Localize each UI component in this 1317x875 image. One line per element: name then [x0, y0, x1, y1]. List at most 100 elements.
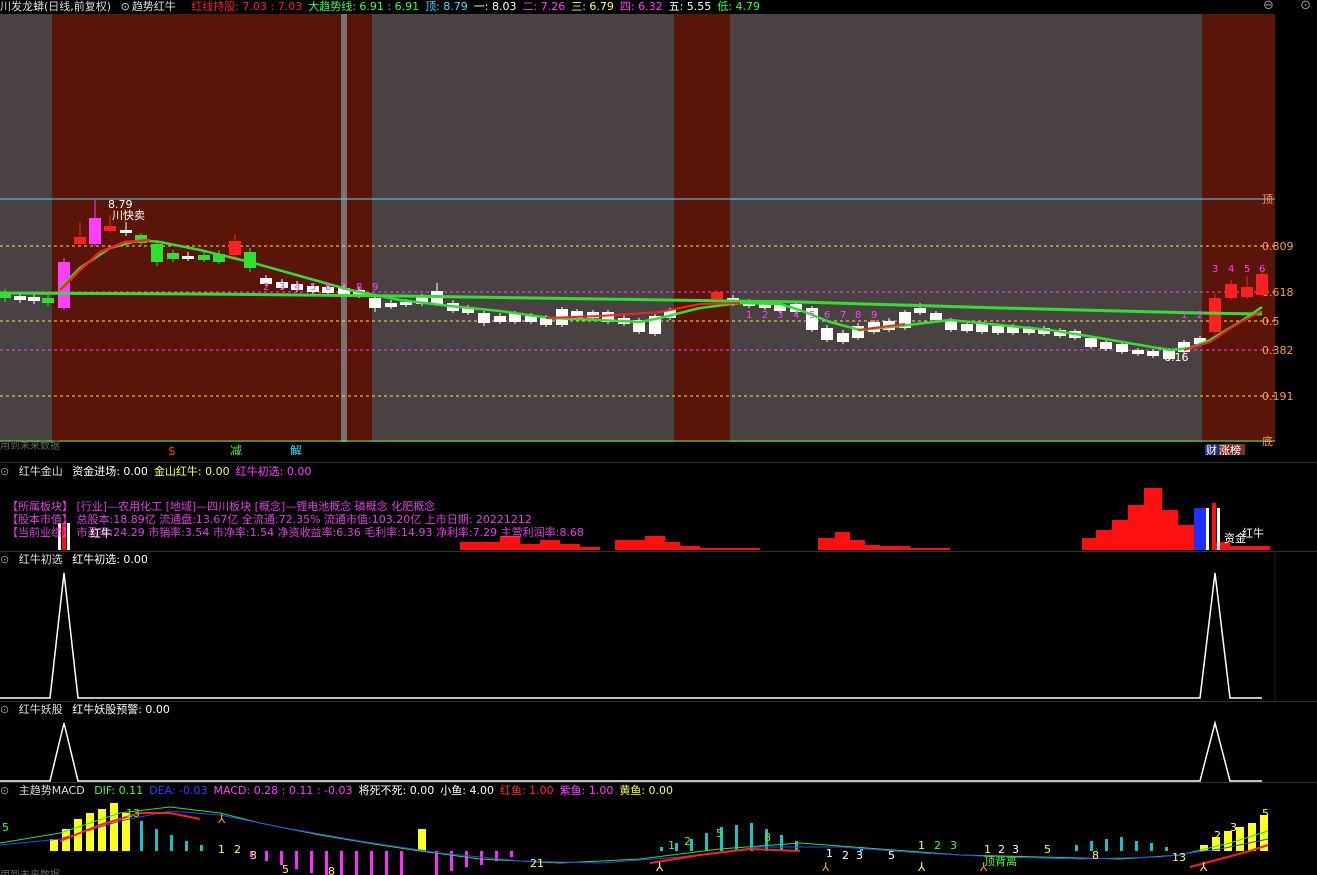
- pane-divider[interactable]: [0, 462, 1317, 463]
- main-value-5: 三: 6.79: [571, 0, 614, 13]
- indicator-name: 趋势红牛: [131, 0, 176, 13]
- capital-bar: [680, 546, 700, 550]
- limit-up-tag: 涨榜: [1219, 443, 1241, 455]
- main-value-6: 四: 6.32: [619, 0, 663, 13]
- candlestick: [104, 226, 116, 231]
- hongniu-left-tag: 红牛: [90, 527, 112, 540]
- main-value-7: 五: 5.55: [668, 0, 712, 13]
- candlestick: [478, 313, 490, 323]
- finance-tag: 财: [1206, 443, 1217, 455]
- macd-magenta-bar: [400, 851, 403, 875]
- macd-count-number: 1: [826, 847, 833, 860]
- candlestick: [42, 298, 54, 303]
- candlestick: [74, 237, 86, 244]
- minimize-circle-icon[interactable]: ⊖: [1263, 0, 1274, 13]
- macd-magenta-bar: [370, 851, 373, 875]
- pane-divider[interactable]: [0, 782, 1317, 783]
- fib-level-label: 0.809: [1262, 240, 1294, 253]
- info-line-sector: 【所属板块】 [行业]—农用化工 [地域]—四川板块 [概念]—锂电池概念 磷概…: [7, 500, 436, 513]
- count-number: 1: [1181, 310, 1187, 321]
- capital-bar: [560, 544, 580, 550]
- pane-divider[interactable]: [0, 701, 1317, 702]
- count-number: 6: [1259, 264, 1265, 275]
- main-chart-header: 川发龙蟒(日线,前复权) ⊙ 趋势红牛 红线持股: 7.03 : 7.03 大趋势线…: [0, 0, 772, 14]
- macd-pane[interactable]: 5 13 1 2 3 5 8 21 1 2 5 8 1 2 3 5 1 2 3 1 2 3 5 8 13 2 3 5 ⅄ ⅄ ⅄ ⅄ ⅄ ⅄ ⊙ …: [0, 783, 1317, 875]
- capital-bar: [580, 547, 600, 550]
- capital-bar: [665, 542, 680, 550]
- macd-cyan-bar: [735, 825, 738, 851]
- indicator-selector[interactable]: ⊙ 趋势红牛: [121, 0, 182, 13]
- count-number: 5: [809, 310, 815, 321]
- count-number: 3: [279, 282, 285, 293]
- price-axis: [1275, 14, 1317, 455]
- pane5-value-6: 紫鱼: 1.00: [559, 784, 614, 797]
- count-number: 2: [1197, 310, 1203, 321]
- count-number: 4: [793, 310, 799, 321]
- hongniu-chuxuan-pane[interactable]: ⊙ 红牛初选 红牛初选: 0.00: [0, 551, 1317, 701]
- pane5-value-5: 红鱼: 1.00: [499, 784, 554, 797]
- fib-level-label: 0.382: [1262, 344, 1294, 357]
- fish-signal-icon: ⅄: [917, 860, 926, 874]
- main-indicator-values: 红线持股: 7.03 : 7.03 大趋势线: 6.91 : 6.91 顶: 8.7…: [191, 0, 766, 13]
- macd-yellow-bar: [110, 803, 118, 851]
- red-period-zone: [674, 14, 730, 442]
- macd-magenta-bar: [295, 851, 298, 869]
- restore-circle-icon[interactable]: ⊙: [1300, 0, 1311, 13]
- chevron-down-icon[interactable]: ⊙: [0, 703, 9, 716]
- hongniu-chuxuan-canvas: [0, 551, 1276, 701]
- candlestick: [167, 253, 179, 259]
- signal-white-bar: [1217, 508, 1220, 550]
- macd-cyan-bar: [1120, 837, 1123, 851]
- signal-marker: 解: [290, 444, 302, 455]
- signal-marker: $: [168, 444, 176, 455]
- dif-line: [0, 806, 1269, 864]
- pane-divider[interactable]: [0, 551, 1317, 552]
- macd-yellow-bar: [50, 839, 58, 851]
- macd-cyan-bar: [780, 835, 783, 851]
- chevron-down-icon[interactable]: ⊙: [0, 465, 9, 478]
- capital-bar: [910, 548, 950, 550]
- candlestick: [930, 313, 942, 320]
- macd-count-number: 3: [1230, 821, 1237, 834]
- fish-signal-icon: ⅄: [821, 860, 830, 874]
- count-number: 3: [777, 310, 783, 321]
- candlestick: [1132, 350, 1144, 354]
- capital-bar: [818, 538, 835, 550]
- capital-bar: [1112, 520, 1128, 550]
- candlestick: [976, 324, 988, 332]
- pane2-title: 红牛金山: [18, 465, 63, 478]
- chevron-down-icon[interactable]: ⊙: [0, 553, 9, 566]
- main-chart-pane[interactable]: 顶 0.809 0.618 0.5 0.382 0.191 底 8.79 川快卖 6.16 2 3 4 5…: [0, 0, 1317, 455]
- main-value-1: 大趋势线: 6.91 : 6.91: [308, 0, 420, 13]
- hongniu-jinshan-pane[interactable]: ⊙ 红牛金山 资金进场: 0.00 金山红牛: 0.00 红牛初选: 0.00 【所…: [0, 463, 1317, 551]
- macd-count-number: 3: [856, 849, 863, 862]
- main-chart-canvas[interactable]: 顶0.8090.6180.50.3820.191底8.79川快卖6.162 3 4 5…: [0, 0, 1317, 455]
- macd-cyan-bar: [1075, 845, 1078, 851]
- pane2-values: 资金进场: 0.00 金山红牛: 0.00 红牛初选: 0.00: [72, 465, 317, 478]
- macd-cyan-bar: [795, 841, 798, 851]
- candlestick: [1116, 344, 1128, 352]
- hongniu-yaogu-pane[interactable]: ⊙ 红牛妖股 红牛妖股预警: 0.00: [0, 701, 1317, 783]
- count-number: 4: [1228, 264, 1234, 275]
- macd-count-number: 2: [934, 839, 941, 852]
- macd-count-number: 5: [2, 821, 9, 834]
- macd-count-number: 1: [218, 843, 225, 856]
- pane5-value-1: DEA: -0.03: [149, 784, 208, 797]
- pane2-value-2: 红牛初选: 0.00: [235, 465, 312, 478]
- signal-white-bar: [1206, 508, 1209, 550]
- macd-count-number: 3: [250, 849, 257, 862]
- main-value-0: 红线持股: 7.03 : 7.03: [191, 0, 303, 13]
- count-number: 7: [341, 282, 347, 293]
- gray-divider-zone: [341, 14, 347, 442]
- candlestick: [914, 308, 926, 313]
- candlestick: [1241, 287, 1253, 297]
- macd-count-number: 2: [842, 849, 849, 862]
- capital-bar: [865, 545, 880, 550]
- capital-bar: [540, 540, 560, 550]
- capital-bar: [700, 548, 760, 550]
- chevron-down-icon[interactable]: ⊙: [0, 784, 9, 797]
- candlestick: [1256, 274, 1268, 295]
- macd-yellow-bar: [86, 813, 94, 851]
- macd-count-number: 8: [764, 831, 771, 844]
- count-number: 4: [294, 282, 300, 293]
